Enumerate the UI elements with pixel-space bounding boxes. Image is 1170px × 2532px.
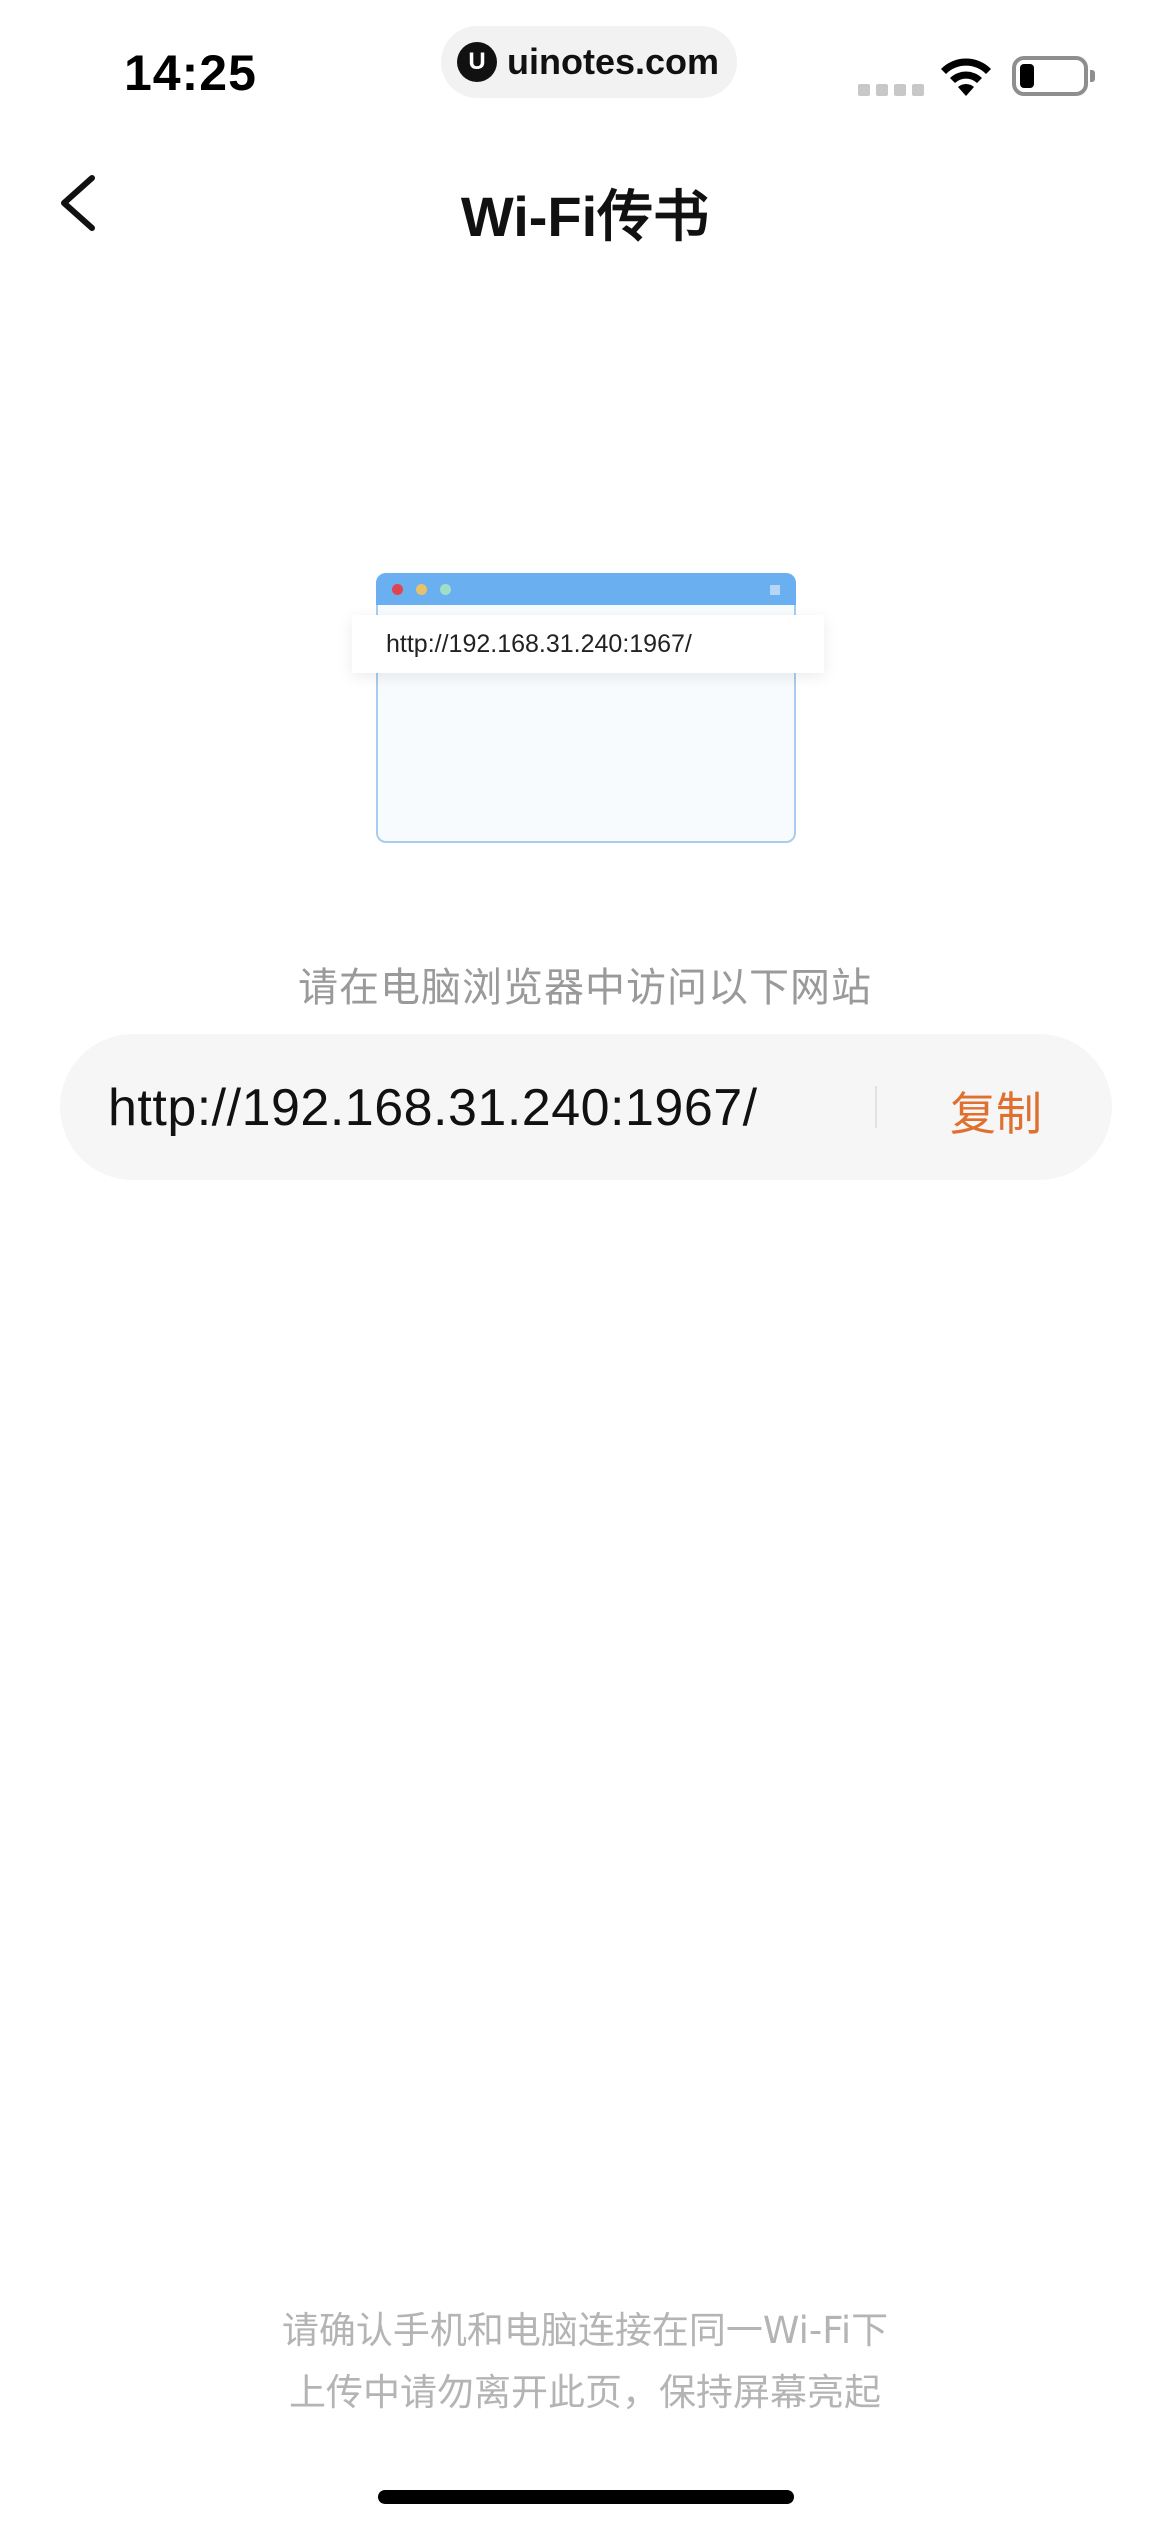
window-square-icon (770, 585, 780, 595)
footer-notice: 请确认手机和电脑连接在同一Wi-Fi下 上传中请勿离开此页，保持屏幕亮起 (0, 2300, 1170, 2424)
close-dot-icon (392, 584, 403, 595)
wifi-icon (941, 58, 991, 96)
instruction-text: 请在电脑浏览器中访问以下网站 (298, 965, 872, 1011)
minimize-dot-icon (416, 584, 427, 595)
maximize-dot-icon (440, 584, 451, 595)
copy-button[interactable]: 复制 (950, 1078, 1042, 1144)
watermark-badge: U uinotes.com (441, 26, 737, 98)
footer-line-2: 上传中请勿离开此页，保持屏幕亮起 (289, 2371, 881, 2414)
wifi-transfer-screen: 14:25 U uinotes.com Wi-Fi传书 http://192.1… (0, 0, 1170, 2532)
footer-line-1: 请确认手机和电脑连接在同一Wi-Fi下 (281, 2309, 889, 2352)
battery-icon (1012, 56, 1088, 96)
watermark-logo-icon: U (457, 42, 497, 82)
divider (875, 1086, 877, 1128)
battery-tip (1090, 70, 1095, 82)
signal-icon (858, 84, 924, 96)
page-title: Wi-Fi传书 (460, 185, 710, 248)
status-time: 14:25 (124, 45, 257, 101)
browser-illustration: http://192.168.31.240:1967/ (352, 573, 824, 843)
browser-title-bar (376, 573, 796, 605)
server-url: http://192.168.31.240:1967/ (108, 1079, 758, 1137)
watermark-text: uinotes.com (507, 41, 720, 82)
url-box: http://192.168.31.240:1967/ 复制 (60, 1034, 1112, 1180)
illustration-url: http://192.168.31.240:1967/ (352, 615, 824, 673)
home-indicator[interactable] (378, 2490, 794, 2504)
